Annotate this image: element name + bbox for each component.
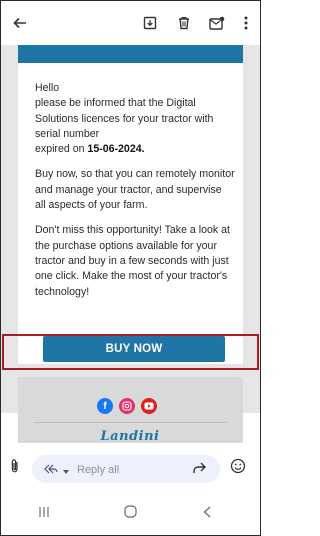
youtube-icon[interactable]	[141, 398, 157, 414]
footer-divider	[34, 422, 227, 423]
attachment-icon[interactable]	[10, 458, 20, 479]
forward-icon[interactable]	[192, 461, 206, 479]
body-paragraph-2: Buy now, so that you can remotely monito…	[35, 168, 235, 212]
expiry-date: 15-06-2024.	[87, 143, 145, 156]
email-text: Hello please be informed that the Digita…	[35, 81, 235, 300]
reply-all-field[interactable]: Reply all	[32, 455, 220, 483]
greeting: Hello	[35, 82, 60, 94]
home-icon[interactable]	[124, 505, 137, 521]
header-banner	[18, 45, 243, 63]
app-bar	[1, 1, 260, 45]
facebook-icon[interactable]: f	[97, 398, 113, 414]
body-line-1: please be informed that the Digital Solu…	[35, 97, 214, 140]
more-vert-icon[interactable]	[235, 12, 257, 34]
back-nav-icon[interactable]	[203, 505, 211, 521]
trash-icon[interactable]	[173, 12, 195, 34]
expiry-prefix: expired on	[35, 143, 88, 156]
mark-unread-icon[interactable]	[206, 12, 228, 34]
reply-placeholder: Reply all	[77, 464, 120, 476]
email-card: Hello please be informed that the Digita…	[18, 45, 243, 364]
expiry-line: expired on 15-06-2024.	[35, 142, 235, 157]
recent-apps-icon[interactable]	[38, 505, 50, 521]
reply-all-icon	[44, 461, 58, 479]
instagram-icon[interactable]	[119, 398, 135, 414]
buy-now-highlight-box	[2, 334, 259, 370]
email-screen: Hello please be informed that the Digita…	[0, 0, 261, 536]
chevron-down-icon[interactable]	[63, 461, 69, 479]
social-links: f	[97, 398, 157, 414]
archive-icon[interactable]	[139, 12, 161, 34]
arrow-back-icon[interactable]	[9, 12, 31, 34]
body-paragraph-3: Don't miss this opportunity! Take a look…	[35, 224, 230, 298]
reply-bar: Reply all	[1, 443, 260, 493]
system-nav-bar	[1, 493, 260, 535]
emoji-icon[interactable]	[230, 458, 246, 479]
